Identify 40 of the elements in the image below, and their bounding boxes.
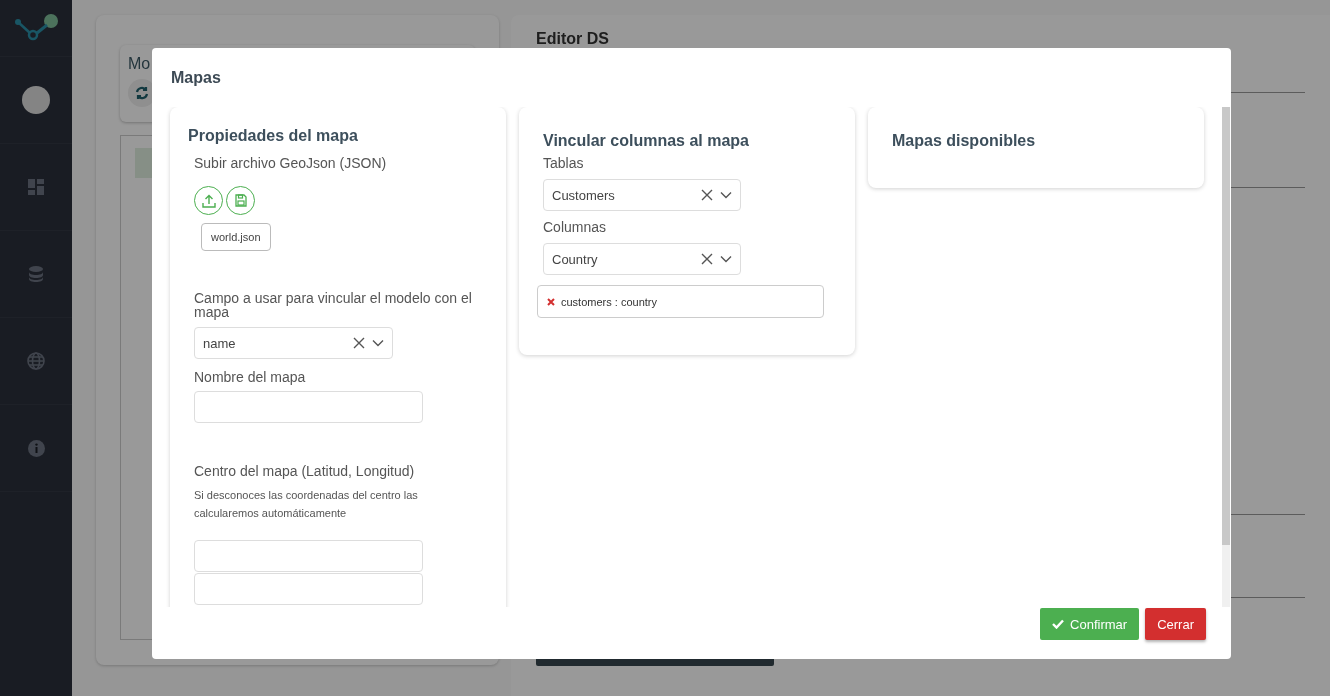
chevron-down-icon [720, 255, 732, 263]
dropdown-field[interactable]: name [194, 327, 393, 359]
clear-icon [701, 189, 713, 201]
dialog-title: Mapas [170, 68, 222, 88]
input-field[interactable] [194, 540, 423, 572]
globe-icon[interactable] [27, 352, 45, 370]
upload-button[interactable] [194, 186, 223, 215]
remove-icon [547, 297, 555, 306]
selected-column-chip[interactable]: customers : country [537, 285, 824, 318]
clear-icon [701, 253, 713, 265]
field-label: Tablas [543, 155, 584, 171]
card-title: Mapas disponibles [892, 132, 1036, 150]
input-field[interactable] [194, 573, 423, 605]
refresh-icon [135, 86, 149, 100]
field-label: Subir archivo GeoJson (JSON) [194, 155, 387, 171]
chevron-down-icon [720, 191, 732, 199]
clear-icon [353, 337, 365, 349]
file-name: world.json [201, 223, 271, 251]
field-label: Nombre del mapa [194, 369, 306, 385]
field-label: Campo a usar para vincular el modelo con el mapa [194, 291, 473, 319]
dropdown-field[interactable]: Country [543, 243, 741, 275]
database-icon[interactable] [29, 266, 43, 282]
field-label: Columnas [543, 219, 607, 235]
panel-title: Mo [128, 55, 151, 72]
chevron-down-icon [372, 339, 384, 347]
logo-icon [13, 13, 59, 43]
checkmark-icon [1052, 619, 1065, 629]
field-label: Centro del mapa (Latitud, Longitud) [194, 463, 415, 479]
close-button[interactable]: Cerrar [1145, 608, 1206, 640]
hint-text: Si desconoces las coordenadas del centro las calcularemos automáticamente [194, 488, 419, 521]
save-button[interactable] [226, 186, 255, 215]
card-title: Vincular columnas al mapa [543, 132, 749, 150]
card-title: Propiedades del mapa [188, 127, 358, 145]
upload-icon [201, 193, 216, 208]
avatar-icon[interactable] [22, 86, 50, 114]
info-icon[interactable] [27, 439, 45, 457]
dropdown-field[interactable]: Customers [543, 179, 741, 211]
dashboard-icon[interactable] [28, 179, 44, 195]
panel-title: Editor DS [536, 30, 610, 48]
input-field[interactable] [194, 391, 423, 423]
